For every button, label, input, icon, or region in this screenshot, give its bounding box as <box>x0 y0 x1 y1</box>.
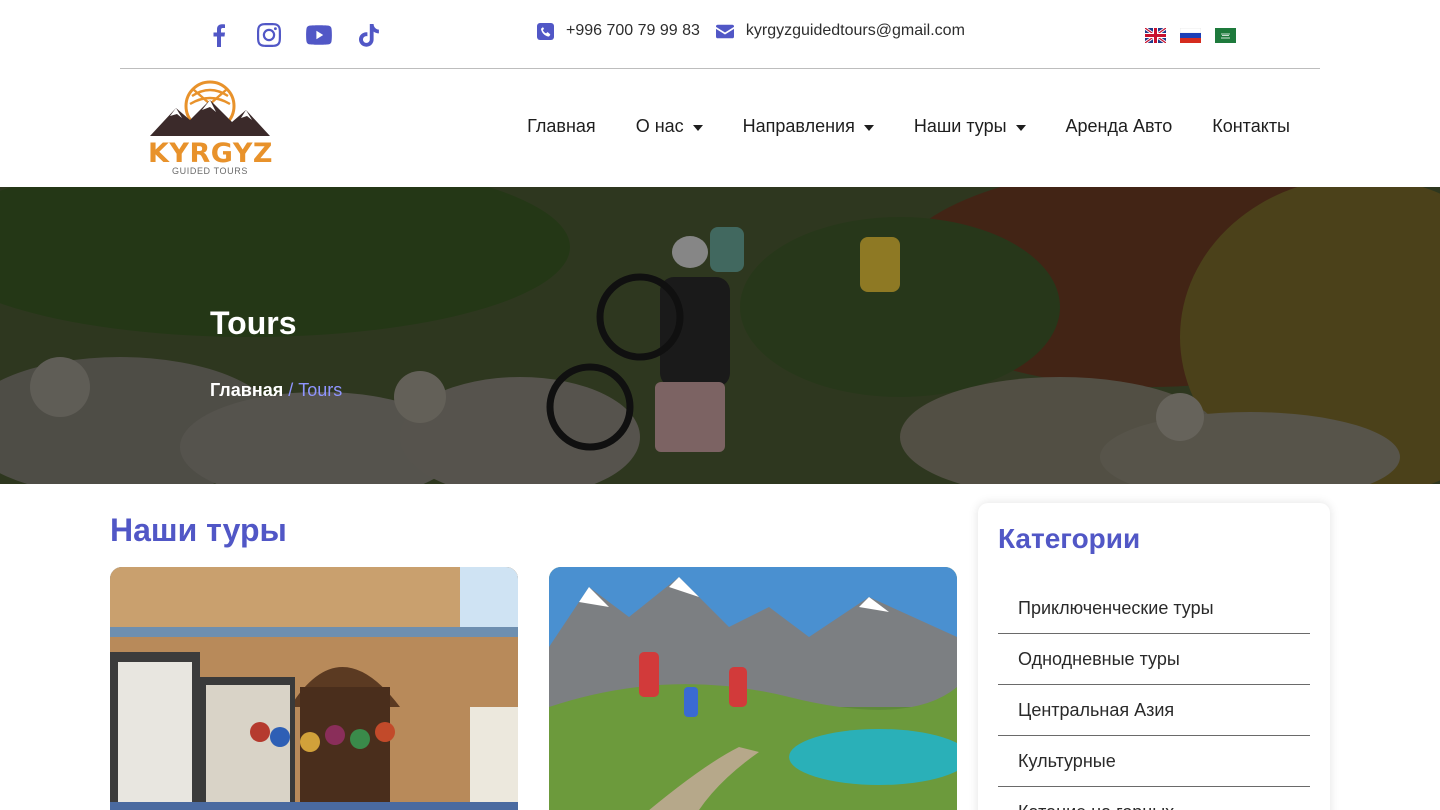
category-item-day-tours[interactable]: Однодневные туры <box>998 634 1310 685</box>
youtube-icon[interactable] <box>306 20 332 50</box>
nav-label: Направления <box>742 116 855 136</box>
flag-uk-icon[interactable] <box>1145 28 1166 43</box>
page-title: Tours <box>210 305 297 341</box>
nav-label: Контакты <box>1212 116 1290 136</box>
nav-label: Главная <box>527 116 596 136</box>
nav-label: Наши туры <box>913 116 1007 136</box>
breadcrumb: Главная / Tours <box>210 380 342 401</box>
breadcrumb-separator: / <box>288 380 294 400</box>
tour-card[interactable] <box>110 567 518 810</box>
social-links <box>206 20 382 50</box>
nav-item-home[interactable]: Главная <box>527 116 596 137</box>
nav-item-car-rental[interactable]: Аренда Авто <box>1066 116 1173 137</box>
breadcrumb-current: Tours <box>298 380 343 400</box>
email-icon <box>715 22 734 40</box>
main-nav: Главная О нас Направления Наши туры Арен… <box>527 116 1290 137</box>
nav-item-about[interactable]: О нас <box>636 116 703 137</box>
language-switcher <box>1145 28 1236 43</box>
top-bar: +996 700 79 99 83 kyrgyzguidedtours@gmai… <box>0 0 1440 68</box>
hero-banner: Tours Главная / Tours <box>0 187 1440 484</box>
category-item-adventure[interactable]: Приключенческие туры <box>998 583 1310 634</box>
instagram-icon[interactable] <box>256 20 282 50</box>
phone-icon <box>536 22 554 40</box>
flag-russia-icon[interactable] <box>1180 28 1201 43</box>
breadcrumb-home-link[interactable]: Главная <box>210 380 283 401</box>
caret-down-icon <box>1015 124 1026 131</box>
tiktok-icon[interactable] <box>356 20 382 50</box>
nav-label: Аренда Авто <box>1065 116 1173 136</box>
category-list: Приключенческие туры Однодневные туры Це… <box>998 583 1310 810</box>
tour-card-image <box>549 567 957 810</box>
facebook-icon[interactable] <box>206 20 232 50</box>
tour-card[interactable] <box>549 567 957 810</box>
caret-down-icon <box>863 124 874 131</box>
nav-item-contacts[interactable]: Контакты <box>1212 116 1290 137</box>
site-logo[interactable]: KYRGYZ GUIDED TOURS <box>146 78 274 180</box>
caret-down-icon <box>692 124 703 131</box>
nav-label: О нас <box>635 116 684 136</box>
sidebar-title: Категории <box>998 523 1141 554</box>
flag-saudi-icon[interactable] <box>1215 28 1236 43</box>
header-divider <box>120 68 1320 69</box>
email-address[interactable]: kyrgyzguidedtours@gmail.com <box>746 22 965 40</box>
category-item-central-asia[interactable]: Центральная Азия <box>998 685 1310 736</box>
category-item-mountain-riding[interactable]: Катание на горных <box>998 787 1310 810</box>
section-title: Наши туры <box>110 512 287 548</box>
tour-card-image <box>110 567 518 810</box>
categories-sidebar: Категории Приключенческие туры Однодневн… <box>978 503 1330 810</box>
contact-info: +996 700 79 99 83 kyrgyzguidedtours@gmai… <box>536 22 965 40</box>
phone-number[interactable]: +996 700 79 99 83 <box>566 22 700 40</box>
logo-brand: KYRGYZ <box>148 138 273 169</box>
nav-item-destinations[interactable]: Направления <box>743 116 874 137</box>
nav-item-tours[interactable]: Наши туры <box>914 116 1026 137</box>
category-item-cultural[interactable]: Культурные <box>998 736 1310 787</box>
logo-tagline: GUIDED TOURS <box>172 166 248 176</box>
